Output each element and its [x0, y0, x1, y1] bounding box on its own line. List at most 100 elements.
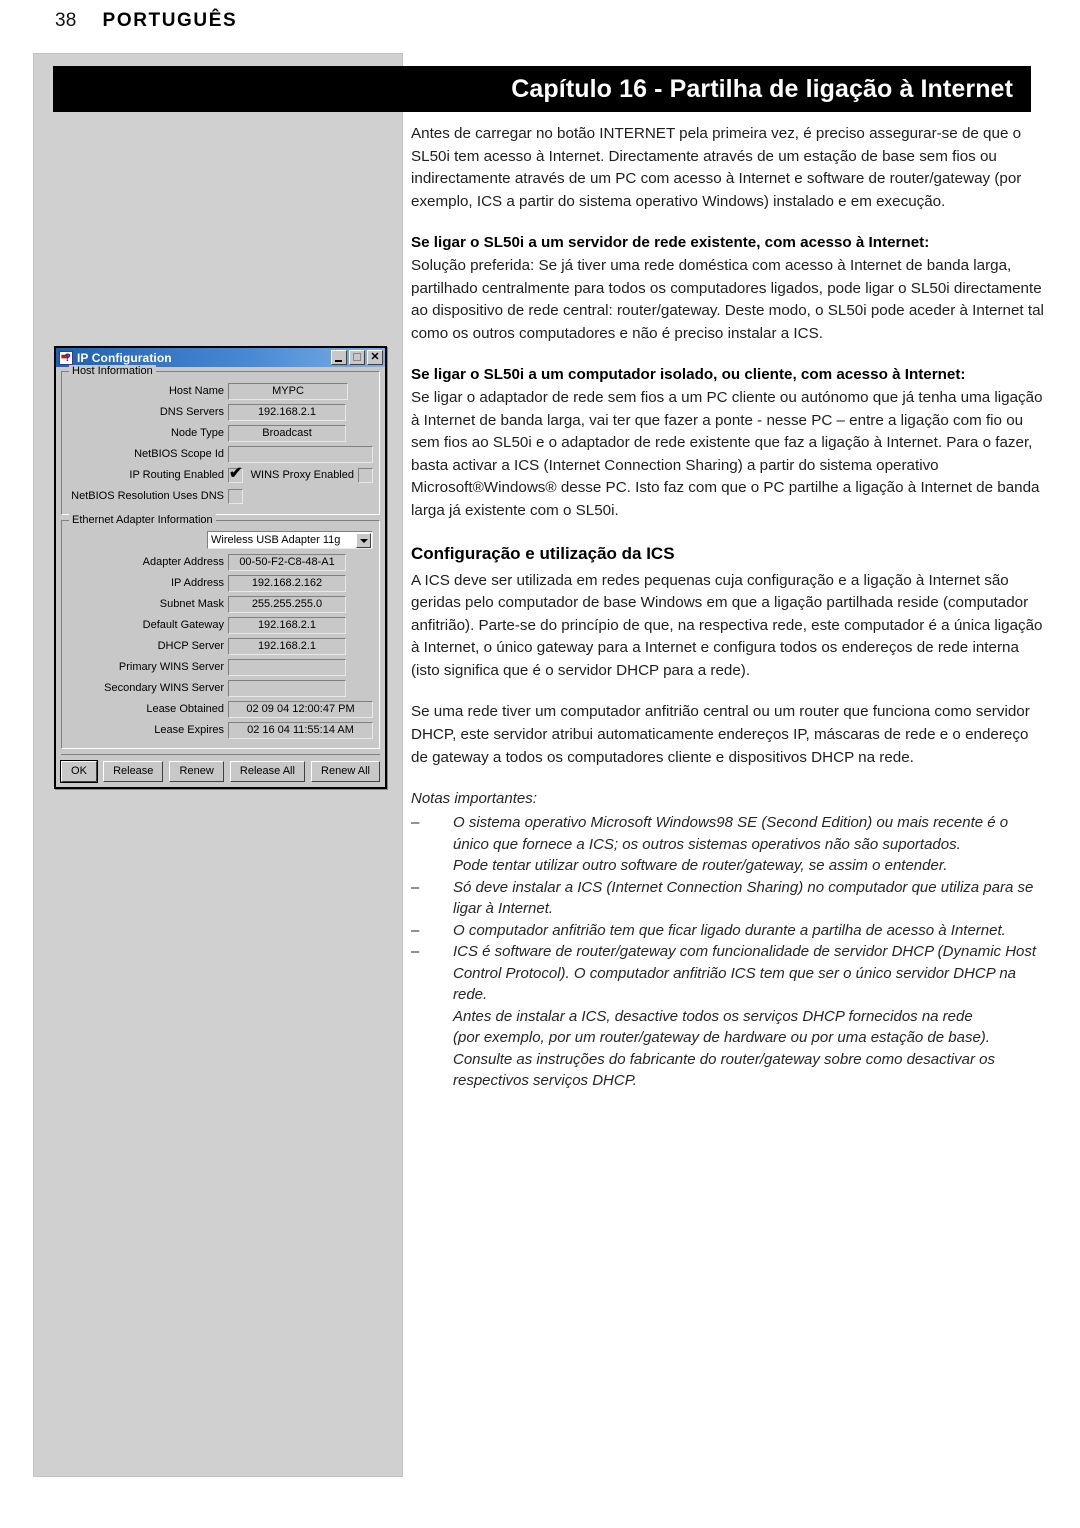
note-sub: Consulte as instruções do fabricante do …	[453, 1050, 995, 1090]
ics-section-heading: Configuração e utilização da ICS	[411, 543, 675, 563]
list-item: – O sistema operativo Microsoft Windows9…	[411, 812, 1045, 877]
note-sub: Antes de instalar a ICS, desactive todos…	[453, 1007, 973, 1025]
release-all-button-label: Release All	[239, 765, 295, 777]
row-netbios-resolution: NetBIOS Resolution Uses DNS	[68, 487, 373, 505]
ok-button[interactable]: OK	[59, 760, 99, 783]
close-button[interactable]: ✕	[367, 350, 383, 365]
field-value: 192.168.2.1	[228, 616, 346, 634]
field-dns-servers: DNS Servers 192.168.2.1	[68, 403, 373, 421]
row-routing-and-proxy: IP Routing Enabled WINS Proxy Enabled	[68, 465, 373, 484]
field-value: 192.168.2.1	[228, 403, 346, 421]
note-main: ICS é software de router/gateway com fun…	[453, 943, 1037, 1004]
field-value: 192.168.2.1	[228, 637, 346, 655]
note-body: O computador anfitrião tem que ficar lig…	[453, 920, 1045, 942]
field-value: 02 16 04 11:55:14 AM	[228, 721, 373, 739]
note-dash: –	[411, 878, 420, 896]
note-dash: –	[411, 921, 420, 939]
field-label: Lease Obtained	[146, 703, 224, 715]
field-value	[228, 658, 346, 676]
dialog-button-bar: OK Release Renew Release All Renew All	[59, 754, 381, 783]
minimize-button[interactable]	[331, 350, 347, 365]
ip-config-app-icon: ➠ ?	[59, 350, 73, 365]
maximize-button[interactable]	[349, 350, 365, 365]
release-all-button[interactable]: Release All	[229, 761, 305, 782]
note-body: ICS é software de router/gateway com fun…	[453, 941, 1045, 1092]
field-node-type: Node Type Broadcast	[68, 424, 373, 442]
field-label: Default Gateway	[142, 619, 224, 631]
field-label: Lease Expires	[154, 724, 224, 736]
field-netbios-scope-id: NetBIOS Scope Id	[68, 445, 373, 463]
field-label: Host Name	[168, 385, 224, 397]
notes-title: Notas importantes:	[411, 790, 537, 808]
ip-configuration-window: ➠ ? IP Configuration ✕ Host Information …	[54, 346, 387, 789]
notes-list: – O sistema operativo Microsoft Windows9…	[411, 812, 1045, 1092]
renew-all-button[interactable]: Renew All	[311, 761, 381, 782]
ics-paragraph-1: A ICS deve ser utilizada em redes pequen…	[411, 571, 1043, 679]
field-label: DHCP Server	[157, 640, 224, 652]
section1-body: Solução preferida: Se já tiver uma rede …	[411, 256, 1044, 342]
note-main: Só deve instalar a ICS (Internet Connect…	[453, 878, 1034, 918]
chapter-title-bar: Capítulo 16 - Partilha de ligação à Inte…	[53, 66, 1031, 112]
field-label: Subnet Mask	[159, 598, 224, 610]
field-label: NetBIOS Scope Id	[134, 448, 224, 460]
field-value	[228, 445, 373, 463]
release-button-label: Release	[113, 765, 154, 777]
ics-paragraph-2: Se uma rede tiver um computador anfitriã…	[411, 703, 1030, 766]
section2-heading: Se ligar o SL50i a um computador isolado…	[411, 366, 966, 384]
field-secondary-wins-server: Secondary WINS Server	[68, 679, 373, 697]
page-header: 38 PORTUGUÊS	[55, 10, 237, 32]
window-controls: ✕	[331, 350, 383, 365]
field-subnet-mask: Subnet Mask 255.255.255.0	[68, 595, 373, 613]
dialog-title: IP Configuration	[77, 350, 172, 365]
intro-paragraph: Antes de carregar no botão INTERNET pela…	[411, 125, 1022, 210]
renew-button-label: Renew	[179, 765, 214, 777]
field-value: 192.168.2.162	[228, 574, 346, 592]
note-dash: –	[411, 814, 420, 832]
section1-heading: Se ligar o SL50i a um servidor de rede e…	[411, 234, 930, 252]
netbios-resolution-label: NetBIOS Resolution Uses DNS	[71, 490, 224, 502]
chapter-title: Capítulo 16 - Partilha de ligação à Inte…	[511, 74, 1013, 103]
field-value	[228, 679, 346, 697]
field-label: Adapter Address	[142, 556, 224, 568]
list-item: – Só deve instalar a ICS (Internet Conne…	[411, 877, 1045, 920]
page-language-label: PORTUGUÊS	[102, 10, 238, 31]
note-sub: Pode tentar utilizar outro software de r…	[453, 857, 948, 875]
field-label: IP Address	[171, 577, 224, 589]
wins-proxy-enabled-checkbox[interactable]	[358, 467, 373, 483]
release-button[interactable]: Release	[103, 761, 164, 782]
host-information-group: Host Information Host Name MYPC DNS Serv…	[61, 365, 380, 515]
renew-all-button-label: Renew All	[321, 765, 370, 777]
page-number: 38	[55, 10, 77, 31]
adapter-select-row: Wireless USB Adapter 11g	[68, 531, 373, 549]
field-adapter-address: Adapter Address 00-50-F2-C8-48-A1	[68, 553, 373, 571]
ethernet-adapter-information-group: Ethernet Adapter Information Wireless US…	[61, 514, 380, 749]
netbios-resolution-checkbox[interactable]	[228, 488, 243, 504]
note-body: O sistema operativo Microsoft Windows98 …	[453, 812, 1045, 877]
renew-button[interactable]: Renew	[169, 761, 224, 782]
note-dash: –	[411, 943, 420, 961]
list-item: – ICS é software de router/gateway com f…	[411, 941, 1045, 1092]
wins-proxy-enabled-label: WINS Proxy Enabled	[250, 469, 354, 481]
field-value: Broadcast	[228, 424, 346, 442]
field-host-name: Host Name MYPC	[68, 382, 373, 400]
field-ip-address: IP Address 192.168.2.162	[68, 574, 373, 592]
ethernet-adapter-legend: Ethernet Adapter Information	[69, 514, 216, 526]
chevron-down-icon[interactable]	[356, 532, 371, 548]
field-label: Secondary WINS Server	[104, 682, 224, 694]
dialog-body: Host Information Host Name MYPC DNS Serv…	[56, 365, 385, 787]
ok-button-label: OK	[71, 765, 87, 777]
adapter-select[interactable]: Wireless USB Adapter 11g	[207, 531, 373, 549]
section2-body: Se ligar o adaptador de rede sem fios a …	[411, 388, 1043, 519]
note-sub: (por exemplo, por um router/gateway de h…	[453, 1029, 990, 1047]
question-mark-icon: ?	[64, 351, 71, 364]
field-value: 255.255.255.0	[228, 595, 346, 613]
main-text-column: Antes de carregar no botão INTERNET pela…	[411, 123, 1045, 1092]
field-value: 02 09 04 12:00:47 PM	[228, 700, 373, 718]
field-lease-expires: Lease Expires 02 16 04 11:55:14 AM	[68, 721, 373, 739]
field-default-gateway: Default Gateway 192.168.2.1	[68, 616, 373, 634]
field-primary-wins-server: Primary WINS Server	[68, 658, 373, 676]
field-value: MYPC	[228, 382, 348, 400]
ip-routing-enabled-checkbox[interactable]	[228, 465, 243, 483]
field-value: 00-50-F2-C8-48-A1	[228, 553, 346, 571]
field-label: Node Type	[170, 427, 224, 439]
